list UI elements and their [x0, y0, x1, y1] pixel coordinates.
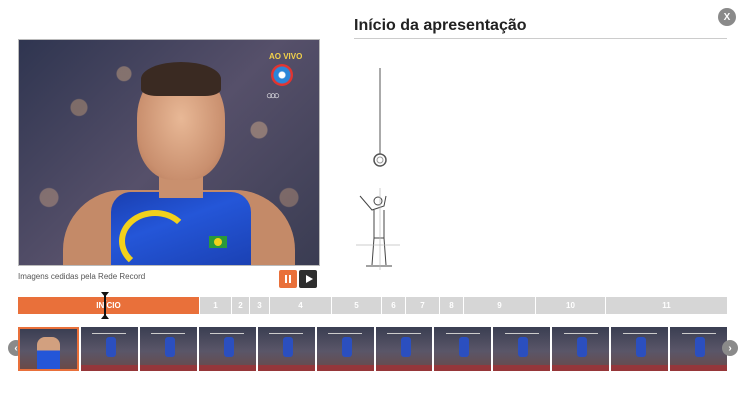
thumbnail-rail [375, 365, 433, 371]
close-button[interactable]: X [718, 8, 736, 26]
thumbnail-rail [316, 365, 374, 371]
thumbnail-rail [80, 365, 138, 371]
play-icon [305, 275, 313, 283]
jersey-stripe [119, 210, 191, 265]
thumbnail-rig [681, 333, 716, 334]
timeline-segment-2[interactable]: 2 [232, 297, 250, 314]
thumbnail-rail [198, 365, 256, 371]
thumbnail-rig [327, 333, 363, 334]
chevron-right-icon: › [728, 342, 732, 354]
thumbnail-rig [445, 333, 480, 334]
thumbnail-item[interactable] [316, 327, 374, 371]
thumbnail-rail [611, 365, 669, 371]
thumbnail-rail [434, 365, 492, 371]
timeline-segment-3[interactable]: 3 [250, 297, 270, 314]
thumbnail-item[interactable] [493, 327, 551, 371]
thumbnail-rig [504, 333, 539, 334]
close-icon: X [723, 11, 731, 23]
timeline-segment-1[interactable]: 1 [200, 297, 232, 314]
pause-icon [285, 275, 291, 283]
thumbnail-figure [105, 337, 116, 357]
thumbnail-figure [636, 337, 647, 357]
thumbnail-rig [563, 333, 598, 334]
rings-diagram [356, 68, 400, 270]
thumbnail-figure [400, 337, 411, 357]
thumbnail-figure [223, 337, 234, 357]
thumbnail-figure [282, 337, 293, 357]
thumbnail-item[interactable] [198, 327, 256, 371]
timeline-segment-inicio[interactable]: INÍCIO [18, 297, 200, 314]
thumbnail-rail [670, 365, 728, 371]
olympic-rings-logo: ○○○ [266, 90, 280, 102]
timeline-playhead[interactable] [101, 292, 109, 319]
thumbnail-figure [695, 337, 706, 357]
thumbnail-rig [151, 333, 186, 334]
play-button[interactable] [299, 270, 317, 288]
timeline-segment-7[interactable]: 7 [406, 297, 440, 314]
thumbnail-item[interactable] [139, 327, 197, 371]
video-caption: Imagens cedidas pela Rede Record [18, 272, 146, 281]
thumbnail-item[interactable] [80, 327, 138, 371]
live-label: AO VIVO [269, 52, 303, 61]
next-thumbnails-button[interactable]: › [722, 340, 738, 356]
thumbnail-rig [622, 333, 657, 334]
timeline: INÍCIO 1 2 3 4 5 6 7 8 9 10 11 [18, 297, 727, 314]
thumbnail-item[interactable] [670, 327, 728, 371]
timeline-segment-11[interactable]: 11 [606, 297, 727, 314]
thumbnail-item[interactable] [611, 327, 669, 371]
timeline-segment-9[interactable]: 9 [464, 297, 536, 314]
timeline-segment-6[interactable]: 6 [382, 297, 406, 314]
thumbnail-rig [386, 333, 422, 334]
timeline-segment-5[interactable]: 5 [332, 297, 382, 314]
thumbnail-rail [493, 365, 551, 371]
timeline-segment-4[interactable]: 4 [270, 297, 332, 314]
flag-patch [209, 236, 227, 248]
thumbnail-rig [210, 333, 245, 334]
thumbnail-rail [257, 365, 315, 371]
video-controls [279, 270, 317, 288]
thumbnail-item[interactable] [18, 327, 79, 371]
title-divider [354, 38, 727, 39]
thumbnail-figure [459, 337, 470, 357]
athlete-hair [141, 62, 221, 96]
thumbnail-figure [518, 337, 529, 357]
thumbnail-rig [269, 333, 304, 334]
video-player[interactable]: AO VIVO ○○○ [18, 39, 320, 266]
timeline-segment-8[interactable]: 8 [440, 297, 464, 314]
thumbnail-strip [18, 327, 728, 371]
timeline-segment-10[interactable]: 10 [536, 297, 606, 314]
thumbnail-item[interactable] [375, 327, 433, 371]
thumbnail-item[interactable] [257, 327, 315, 371]
thumbnail-figure [341, 337, 352, 357]
thumbnail-rail [552, 365, 610, 371]
thumbnail-figure [37, 337, 60, 369]
thumbnail-figure [164, 337, 175, 357]
pause-button[interactable] [279, 270, 297, 288]
page-title: Início da apresentação [354, 17, 527, 34]
thumbnail-item[interactable] [434, 327, 492, 371]
thumbnail-rail [139, 365, 197, 371]
thumbnail-item[interactable] [552, 327, 610, 371]
channel-logo [271, 64, 293, 86]
thumbnail-rig [92, 333, 127, 334]
thumbnail-figure [577, 337, 588, 357]
